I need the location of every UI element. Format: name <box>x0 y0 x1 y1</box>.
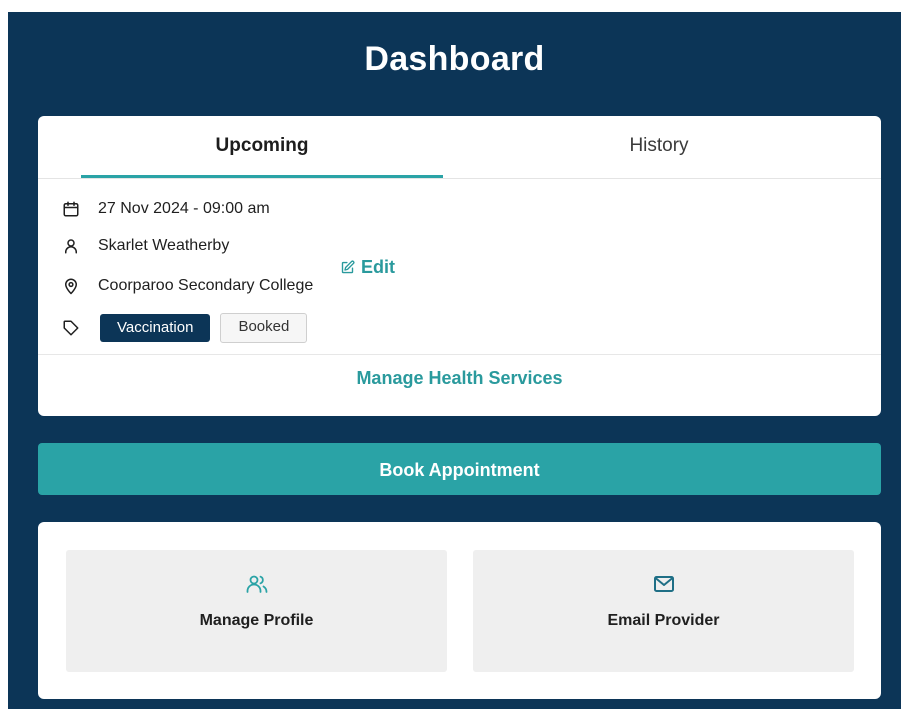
tab-upcoming[interactable]: Upcoming <box>81 116 443 176</box>
appointment-person-row: Skarlet Weatherby <box>62 237 229 255</box>
manage-profile-label: Manage Profile <box>199 612 314 629</box>
appointment-datetime: 27 Nov 2024 - 09:00 am <box>98 200 270 217</box>
manage-health-services-link[interactable]: Manage Health Services <box>38 368 881 389</box>
tab-bar: Upcoming History <box>38 116 881 179</box>
appointment-location-row: Coorparoo Secondary College <box>62 277 313 295</box>
edit-icon <box>341 260 355 274</box>
mail-icon <box>653 576 674 592</box>
quick-actions-card: Manage Profile Email Provider <box>38 522 881 699</box>
card-divider <box>38 354 881 355</box>
tag-icon <box>63 320 79 336</box>
email-provider-tile[interactable]: Email Provider <box>473 550 854 672</box>
active-tab-indicator <box>81 175 443 178</box>
appointment-person: Skarlet Weatherby <box>98 237 230 254</box>
edit-label: Edit <box>361 257 395 277</box>
appointments-card: Upcoming History 27 Nov 2024 - 09:00 am … <box>38 116 881 416</box>
status-badge: Booked <box>220 313 308 343</box>
appointment-date-row: 27 Nov 2024 - 09:00 am <box>62 200 270 218</box>
tab-history[interactable]: History <box>479 116 839 176</box>
page-title: Dashboard <box>364 40 545 78</box>
edit-appointment-link[interactable]: Edit <box>340 257 395 278</box>
user-icon <box>65 239 77 254</box>
appointment-tags-row: Vaccination Booked <box>62 313 308 343</box>
users-icon <box>246 575 267 593</box>
app-background: Dashboard Upcoming History 27 Nov 2024 -… <box>8 12 901 709</box>
book-appointment-button[interactable]: Book Appointment <box>38 443 881 495</box>
appointment-location: Coorparoo Secondary College <box>98 277 314 294</box>
email-provider-label: Email Provider <box>607 612 720 629</box>
manage-profile-tile[interactable]: Manage Profile <box>66 550 447 672</box>
calendar-icon <box>63 201 79 217</box>
service-type-badge: Vaccination <box>100 314 211 342</box>
map-pin-icon <box>65 278 77 295</box>
